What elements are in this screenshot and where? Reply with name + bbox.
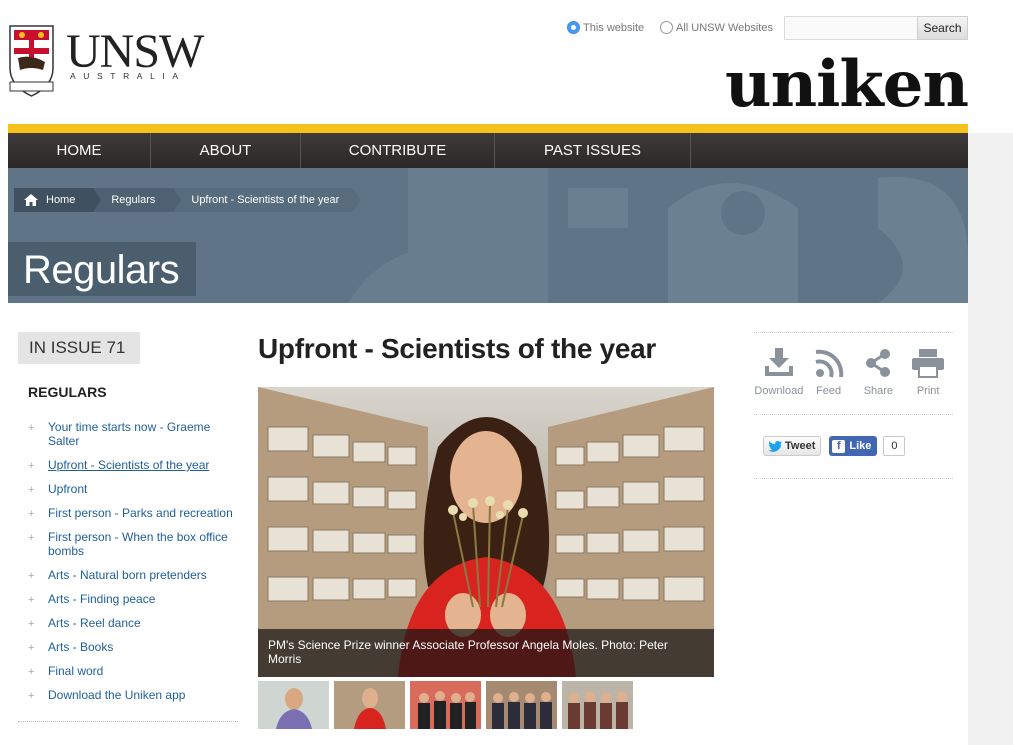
facebook-like-button[interactable]: f Like (829, 436, 878, 456)
sidebar-link[interactable]: First person - Parks and recreation (48, 506, 233, 520)
download-label: Download (754, 385, 804, 397)
list-item: Arts - Natural born pretenders (28, 568, 238, 583)
list-item: Upfront - Scientists of the year (28, 458, 238, 473)
list-item: Upfront (28, 482, 238, 497)
home-icon (24, 194, 38, 206)
page-margin-strip (968, 133, 1013, 745)
search-input[interactable] (784, 16, 918, 40)
thumbnail-image (410, 681, 481, 729)
thumbnail[interactable] (334, 681, 405, 729)
radio-this-website-label: This website (583, 21, 645, 34)
tools-divider-bottom (754, 478, 953, 479)
radio-unselected-icon (660, 21, 673, 34)
photo-thumbnails (258, 681, 638, 729)
sidebar-link-active[interactable]: Upfront - Scientists of the year (48, 458, 209, 472)
nav-item-home[interactable]: HOME (8, 133, 151, 168)
sidebar-link[interactable]: Arts - Books (48, 640, 113, 654)
sidebar-link[interactable]: Upfront (48, 482, 87, 496)
download-icon (764, 348, 793, 376)
radio-all-unsw-websites[interactable]: All UNSW Websites (660, 21, 773, 34)
nav-item-about[interactable]: ABOUT (151, 133, 301, 168)
photo-caption: PM's Science Prize winner Associate Prof… (258, 629, 714, 677)
breadcrumb-home-label: Home (46, 194, 76, 206)
sidebar-link[interactable]: Arts - Natural born pretenders (48, 568, 207, 582)
tools-divider-top (754, 332, 953, 333)
twitter-bird-icon (768, 440, 782, 452)
print-label: Print (916, 385, 940, 397)
nav-accent-bar (8, 124, 968, 133)
sidebar-link[interactable]: Your time starts now - Graeme Salter (48, 420, 210, 448)
main-nav: HOME ABOUT CONTRIBUTE PAST ISSUES (8, 133, 968, 168)
unsw-crest-icon (9, 25, 54, 97)
share-icon (866, 349, 891, 377)
feed-label: Feed (816, 385, 842, 397)
thumbnail-image (562, 681, 633, 729)
thumbnail[interactable] (258, 681, 329, 729)
sidebar-link[interactable]: Arts - Finding peace (48, 592, 155, 606)
list-item: First person - When the box office bombs (28, 530, 238, 558)
share-label: Share (863, 385, 894, 397)
nav-item-contribute[interactable]: CONTRIBUTE (301, 133, 495, 168)
tools-divider-middle (754, 414, 953, 415)
thumbnail[interactable] (562, 681, 633, 729)
breadcrumb: Home Regulars Upfront - Scientists of th… (14, 188, 362, 212)
sidebar-link[interactable]: First person - When the box office bombs (48, 530, 228, 558)
radio-all-unsw-label: All UNSW Websites (676, 21, 773, 34)
like-label: Like (849, 440, 872, 452)
site-search: This website All UNSW Websites Search (567, 16, 968, 40)
list-item: First person - Parks and recreation (28, 506, 238, 521)
uniken-site-title[interactable]: uniken (725, 47, 969, 123)
issue-tab: IN ISSUE 71 (18, 332, 140, 364)
print-button[interactable]: Print (903, 348, 953, 399)
share-button[interactable]: Share (854, 348, 904, 399)
social-buttons: Tweet f Like 0 (763, 436, 906, 456)
unsw-wordmark-subtext: AUSTRALIA (70, 71, 186, 81)
sidebar-link[interactable]: Download the Uniken app (48, 688, 185, 702)
nav-item-past-issues[interactable]: PAST ISSUES (495, 133, 691, 168)
list-item: Arts - Books (28, 640, 238, 655)
like-count: 0 (883, 436, 906, 456)
section-title: Regulars (8, 242, 196, 296)
breadcrumb-current: Upfront - Scientists of the year (173, 188, 362, 212)
thumbnail-image (486, 681, 557, 729)
sidebar-link[interactable]: Final word (48, 664, 103, 678)
thumbnail[interactable] (410, 681, 481, 729)
article-title: Upfront - Scientists of the year (258, 333, 657, 364)
unsw-logo[interactable]: UNSW AUSTRALIA (8, 24, 218, 100)
radio-this-website[interactable]: This website (567, 21, 644, 34)
radio-selected-icon (567, 21, 580, 34)
article-tools: Download Feed Share Print (754, 348, 953, 399)
thumbnail[interactable] (486, 681, 557, 729)
sidebar-list: Your time starts now - Graeme Salter Upf… (28, 420, 238, 712)
rss-icon (815, 349, 843, 378)
thumbnail-image (258, 681, 329, 729)
download-button[interactable]: Download (754, 348, 804, 399)
tweet-label: Tweet (785, 440, 816, 452)
thumbnail-image (334, 681, 405, 729)
sidebar-divider (18, 721, 238, 722)
print-icon (912, 349, 945, 378)
list-item: Arts - Reel dance (28, 616, 238, 631)
section-banner: Home Regulars Upfront - Scientists of th… (8, 168, 968, 303)
search-button[interactable]: Search (917, 16, 968, 40)
sidebar-heading: REGULARS (28, 384, 107, 400)
list-item: Your time starts now - Graeme Salter (28, 420, 238, 448)
sidebar-link[interactable]: Arts - Reel dance (48, 616, 141, 630)
facebook-icon: f (832, 439, 846, 453)
feed-button[interactable]: Feed (804, 348, 854, 399)
list-item: Download the Uniken app (28, 688, 238, 703)
list-item: Final word (28, 664, 238, 679)
tweet-button[interactable]: Tweet (763, 436, 822, 456)
list-item: Arts - Finding peace (28, 592, 238, 607)
breadcrumb-home[interactable]: Home (14, 188, 102, 212)
breadcrumb-regulars[interactable]: Regulars (93, 188, 182, 212)
hero-photo[interactable]: PM's Science Prize winner Associate Prof… (258, 387, 714, 677)
